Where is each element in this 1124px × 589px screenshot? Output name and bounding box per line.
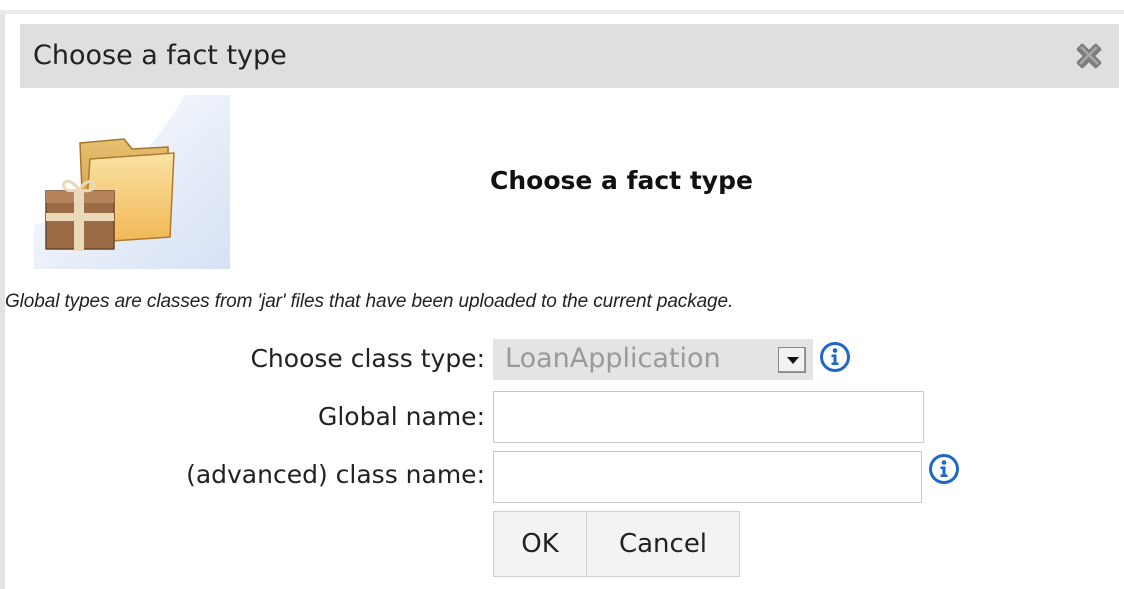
global-types-note: Global types are classes from 'jar' file… — [5, 291, 734, 312]
advanced-class-name-input[interactable] — [493, 451, 922, 503]
close-icon[interactable] — [1071, 38, 1107, 74]
window-top-border — [0, 0, 1124, 14]
class-type-label: Choose class type: — [250, 344, 485, 373]
class-type-value: LoanApplication — [505, 343, 721, 374]
dialog-header-title: Choose a fact type — [490, 166, 753, 195]
global-name-label: Global name: — [317, 402, 485, 431]
folder-package-icon — [34, 95, 230, 269]
dialog-titlebar[interactable]: Choose a fact type — [20, 24, 1119, 88]
class-type-select[interactable]: LoanApplication — [493, 339, 813, 380]
dialog-title: Choose a fact type — [33, 40, 287, 71]
global-name-input[interactable] — [493, 391, 924, 443]
ok-button[interactable]: OK — [493, 511, 587, 577]
info-icon[interactable] — [928, 453, 960, 485]
chevron-down-icon[interactable] — [778, 347, 806, 373]
info-icon[interactable] — [819, 341, 851, 373]
cancel-button[interactable]: Cancel — [586, 511, 740, 577]
advanced-class-name-label: (advanced) class name: — [186, 460, 485, 489]
